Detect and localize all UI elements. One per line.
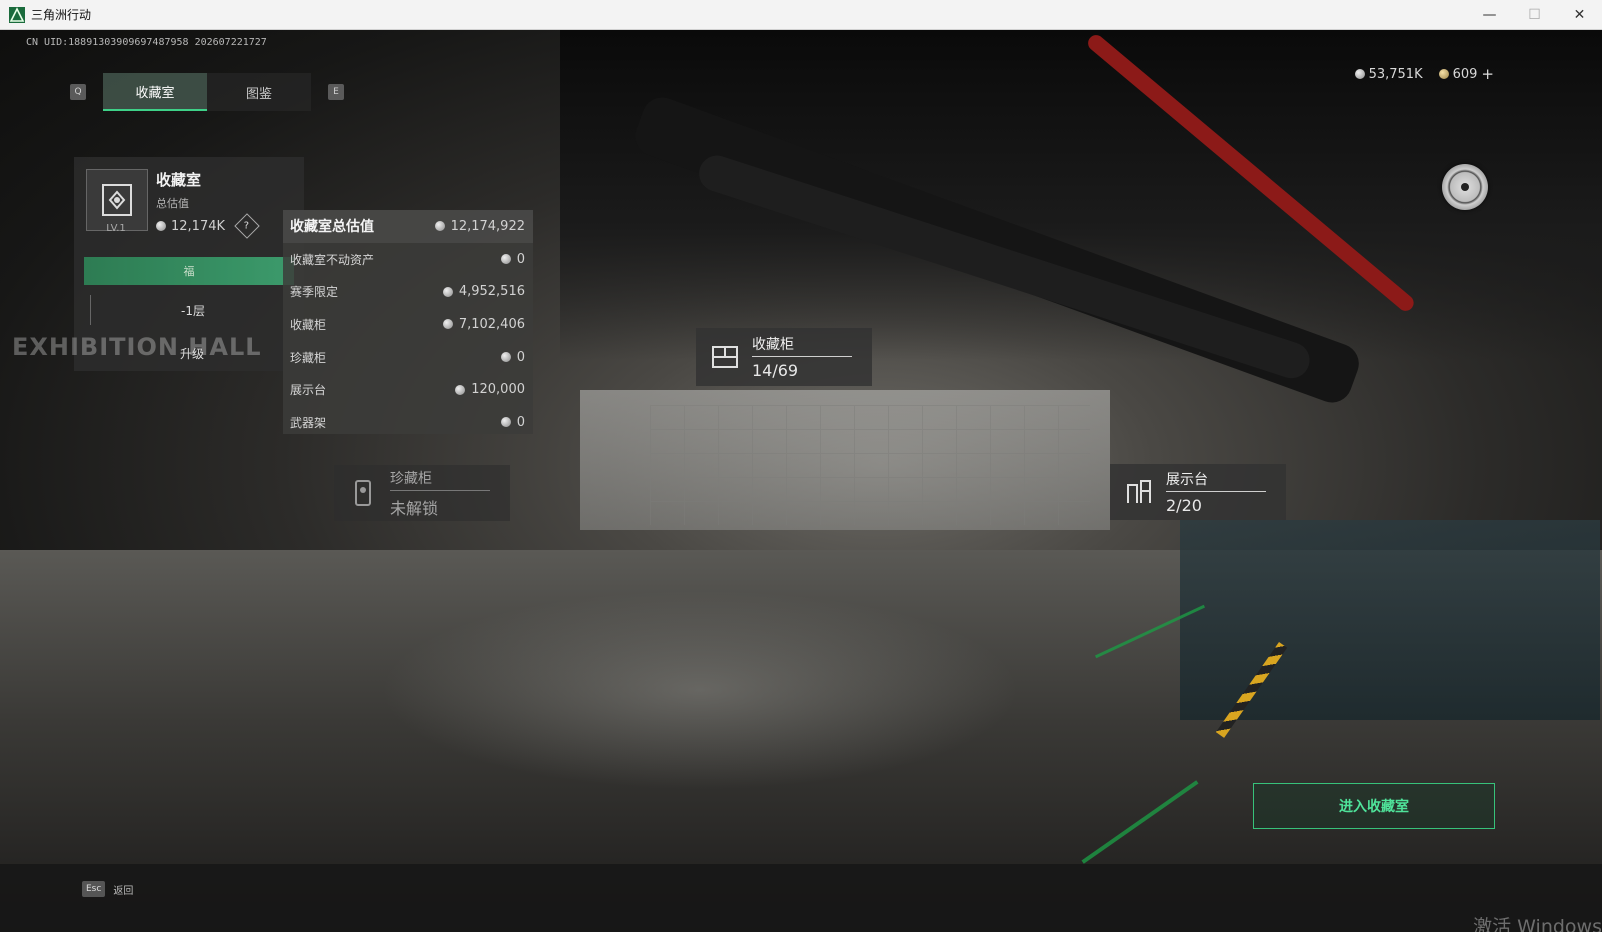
valuation-row: 珍藏柜 0 bbox=[283, 341, 533, 374]
silver-coin-icon bbox=[500, 352, 511, 363]
treasure-cabinet-label[interactable]: 珍藏柜 未解锁 bbox=[334, 465, 510, 521]
silver-coin-icon bbox=[455, 384, 466, 395]
enter-collection-room-button[interactable]: 进入收藏室 bbox=[1253, 783, 1495, 829]
valuation-row-label: 赛季限定 bbox=[290, 285, 339, 300]
windows-activation-watermark: 激活 Windows bbox=[1473, 916, 1602, 932]
minimize-button[interactable]: — bbox=[1467, 0, 1512, 30]
treasure-cabinet-icon bbox=[344, 474, 382, 512]
silver-coin-icon bbox=[434, 221, 445, 232]
room-floor-selector[interactable]: -1层 bbox=[90, 295, 295, 325]
valuation-row-value: 120,000 bbox=[471, 382, 525, 398]
exhibition-hall-sign: EXHIBITION HALL bbox=[12, 333, 262, 361]
help-icon[interactable]: ? bbox=[234, 213, 260, 239]
window-titlebar: 三角洲行动 — ☐ ✕ bbox=[0, 0, 1602, 30]
cabinet-icon bbox=[706, 338, 744, 376]
game-viewport[interactable]: CN UID:18891303909697487958 202607221727… bbox=[0, 30, 1602, 932]
valuation-header: 收藏室总估值 12,174,922 bbox=[283, 210, 533, 243]
tab-collection-room[interactable]: 收藏室 bbox=[103, 73, 207, 111]
valuation-row-value: 0 bbox=[516, 349, 525, 365]
app-icon bbox=[9, 6, 25, 23]
valuation-title: 收藏室总估值 bbox=[290, 219, 374, 236]
back-button[interactable]: Esc 返回 bbox=[82, 881, 133, 897]
valuation-row-value: 4,952,516 bbox=[458, 284, 525, 300]
valuation-row-label: 收藏室不动资产 bbox=[290, 252, 375, 267]
valuation-row-label: 收藏柜 bbox=[290, 317, 327, 332]
valuation-row-value: 0 bbox=[516, 414, 525, 430]
room-value: 12,174K ? bbox=[156, 213, 260, 239]
valuation-row: 收藏柜 7,102,406 bbox=[283, 308, 533, 341]
cabinet-label-name: 收藏柜 bbox=[752, 334, 852, 357]
valuation-row-value: 0 bbox=[516, 251, 525, 267]
window-controls: — ☐ ✕ bbox=[1467, 0, 1602, 30]
back-label: 返回 bbox=[113, 885, 134, 897]
bottom-bar: Esc 返回 激活 Windows bbox=[0, 864, 1602, 932]
window-title: 三角洲行动 bbox=[31, 8, 92, 22]
valuation-total: 12,174,922 bbox=[450, 218, 525, 234]
close-button[interactable]: ✕ bbox=[1557, 0, 1602, 30]
display-stand-label[interactable]: 展示台 2/20 bbox=[1110, 464, 1286, 520]
tab-bar: Q 收藏室 图鉴 E bbox=[70, 73, 344, 111]
tab-catalog[interactable]: 图鉴 bbox=[207, 73, 311, 111]
display-label-name: 展示台 bbox=[1166, 469, 1266, 492]
silver-coin-icon bbox=[500, 254, 511, 265]
room-title: 收藏室 bbox=[156, 171, 202, 189]
maximize-button[interactable]: ☐ bbox=[1512, 0, 1557, 30]
valuation-row-label: 武器架 bbox=[290, 415, 327, 430]
key-hint-q: Q bbox=[70, 84, 86, 100]
valuation-row-value: 7,102,406 bbox=[458, 316, 525, 332]
currency-gold-value: 609 bbox=[1452, 66, 1478, 82]
display-stand-icon bbox=[1120, 473, 1158, 511]
valuation-panel: 收藏室总估值 12,174,922 收藏室不动资产 0 赛季限定 4,952,5… bbox=[283, 210, 533, 434]
key-hint-e: E bbox=[328, 84, 344, 100]
collection-cabinet-label[interactable]: 收藏柜 14/69 bbox=[696, 328, 872, 386]
silver-coin-icon bbox=[500, 417, 511, 428]
room-level: LV.1 bbox=[106, 223, 126, 234]
esc-key-hint: Esc bbox=[82, 881, 106, 897]
currency-silver-value: 53,751K bbox=[1368, 66, 1423, 82]
silver-coin-icon bbox=[442, 319, 453, 330]
currency-bar: 53,751K 609 + bbox=[1354, 65, 1494, 83]
gold-coin-icon bbox=[1438, 69, 1449, 79]
disc-icon[interactable] bbox=[1442, 164, 1488, 210]
valuation-row-label: 珍藏柜 bbox=[290, 350, 327, 365]
valuation-row: 武器架 0 bbox=[283, 406, 533, 439]
player-uid: CN UID:18891303909697487958 202607221727 bbox=[26, 37, 267, 48]
valuation-row-label: 展示台 bbox=[290, 383, 327, 398]
treasure-label-status: 未解锁 bbox=[390, 498, 439, 518]
silver-coin-icon bbox=[1354, 69, 1365, 79]
room-subtitle: 总估值 bbox=[156, 197, 189, 210]
valuation-row: 展示台 120,000 bbox=[283, 373, 533, 406]
currency-gold: 609 + bbox=[1438, 65, 1494, 83]
room-status-bar[interactable]: 福 bbox=[84, 257, 294, 285]
cabinet-label-count: 14/69 bbox=[752, 361, 799, 380]
room-value-amount: 12,174K bbox=[171, 218, 226, 234]
silver-coin-icon bbox=[442, 286, 453, 297]
add-currency-button[interactable]: + bbox=[1481, 65, 1494, 83]
valuation-row: 收藏室不动资产 0 bbox=[283, 243, 533, 276]
currency-silver: 53,751K bbox=[1354, 66, 1423, 82]
silver-coin-icon bbox=[156, 221, 166, 231]
scene-floor-reflection bbox=[380, 590, 1020, 790]
valuation-row: 赛季限定 4,952,516 bbox=[283, 275, 533, 308]
treasure-label-name: 珍藏柜 bbox=[390, 468, 490, 491]
tab-group: 收藏室 图鉴 bbox=[103, 73, 311, 111]
display-label-count: 2/20 bbox=[1166, 496, 1202, 515]
scene-cabinet-wall bbox=[650, 405, 1090, 525]
scene-equipment bbox=[1180, 520, 1600, 720]
vault-icon bbox=[86, 169, 148, 231]
